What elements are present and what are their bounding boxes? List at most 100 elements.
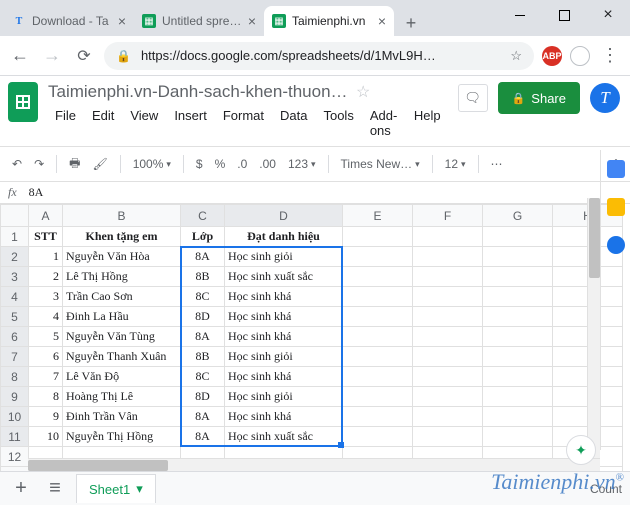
cell[interactable] xyxy=(483,227,553,247)
cell[interactable] xyxy=(413,307,483,327)
row-header[interactable]: 10 xyxy=(1,407,29,427)
number-format-selector[interactable]: 123▾ xyxy=(284,153,320,175)
cell[interactable]: 8 xyxy=(29,387,63,407)
share-button[interactable]: 🔒 Share xyxy=(498,82,580,114)
cell[interactable] xyxy=(413,367,483,387)
cell[interactable]: Lê Thị Hồng xyxy=(63,267,181,287)
profile-icon[interactable] xyxy=(570,46,590,66)
col-header-A[interactable]: A xyxy=(29,205,63,227)
row-header[interactable]: 1 xyxy=(1,227,29,247)
cell[interactable]: 8B xyxy=(181,267,225,287)
cell[interactable]: STT xyxy=(29,227,63,247)
cell[interactable] xyxy=(413,327,483,347)
row-header[interactable]: 6 xyxy=(1,327,29,347)
explore-button[interactable]: ✦ xyxy=(566,435,596,465)
row-header[interactable]: 3 xyxy=(1,267,29,287)
cell[interactable] xyxy=(483,307,553,327)
cell[interactable]: Học sinh giỏi xyxy=(225,387,343,407)
cell[interactable]: 6 xyxy=(29,347,63,367)
cell[interactable] xyxy=(483,347,553,367)
cell[interactable] xyxy=(343,307,413,327)
keep-addon-icon[interactable] xyxy=(607,198,625,216)
cell[interactable]: Học sinh khá xyxy=(225,287,343,307)
cell[interactable]: Đinh La Hầu xyxy=(63,307,181,327)
formula-value[interactable]: 8A xyxy=(29,185,44,200)
bookmark-star-icon[interactable]: ☆ xyxy=(510,48,522,64)
cell[interactable]: Lớp xyxy=(181,227,225,247)
cell[interactable]: Hoàng Thị Lê xyxy=(63,387,181,407)
col-header-F[interactable]: F xyxy=(413,205,483,227)
cell[interactable] xyxy=(343,327,413,347)
cell[interactable]: 10 xyxy=(29,427,63,447)
format-currency-button[interactable]: $ xyxy=(192,153,207,175)
cell[interactable]: Trần Cao Sơn xyxy=(63,287,181,307)
cell[interactable] xyxy=(483,327,553,347)
font-selector[interactable]: Times New…▾ xyxy=(337,153,424,175)
window-close-button[interactable]: × xyxy=(586,0,630,30)
cell[interactable]: 3 xyxy=(29,287,63,307)
abp-extension-icon[interactable]: ABP xyxy=(542,46,562,66)
menu-edit[interactable]: Edit xyxy=(85,104,121,142)
cell[interactable] xyxy=(343,287,413,307)
undo-button[interactable]: ↶ xyxy=(8,153,26,175)
menu-file[interactable]: File xyxy=(48,104,83,142)
cell[interactable] xyxy=(483,427,553,447)
cell[interactable]: Nguyễn Thanh Xuân xyxy=(63,347,181,367)
close-icon[interactable]: × xyxy=(118,14,126,28)
menu-view[interactable]: View xyxy=(123,104,165,142)
horizontal-scrollbar[interactable] xyxy=(28,458,600,471)
cell[interactable] xyxy=(483,387,553,407)
cell[interactable]: 8B xyxy=(181,347,225,367)
all-sheets-button[interactable]: ≡ xyxy=(42,477,68,500)
window-minimize-button[interactable] xyxy=(498,0,542,30)
redo-button[interactable]: ↷ xyxy=(30,153,48,175)
chevron-down-icon[interactable]: ▾ xyxy=(136,481,143,497)
vertical-scrollbar[interactable] xyxy=(587,198,600,458)
font-size-selector[interactable]: 12▾ xyxy=(441,153,470,175)
cell[interactable]: 9 xyxy=(29,407,63,427)
cell[interactable]: 8D xyxy=(181,307,225,327)
menu-add-ons[interactable]: Add-ons xyxy=(363,104,405,142)
quick-summary[interactable]: Count xyxy=(590,482,622,496)
cell[interactable] xyxy=(343,367,413,387)
cell[interactable] xyxy=(343,267,413,287)
account-avatar[interactable]: T xyxy=(590,83,620,113)
format-percent-button[interactable]: % xyxy=(211,153,230,175)
menu-tools[interactable]: Tools xyxy=(316,104,360,142)
cell[interactable]: 8A xyxy=(181,407,225,427)
doc-title[interactable]: Taimienphi.vn-Danh-sach-khen-thuong-ho..… xyxy=(48,82,348,102)
close-icon[interactable]: × xyxy=(378,14,386,28)
cell[interactable]: Học sinh khá xyxy=(225,367,343,387)
cell[interactable]: Học sinh giỏi xyxy=(225,347,343,367)
cell[interactable]: Lê Văn Độ xyxy=(63,367,181,387)
cell[interactable] xyxy=(413,387,483,407)
row-header[interactable]: 9 xyxy=(1,387,29,407)
cell[interactable]: 8A xyxy=(181,427,225,447)
cell[interactable]: 2 xyxy=(29,267,63,287)
cell[interactable] xyxy=(413,267,483,287)
cell[interactable]: 8D xyxy=(181,387,225,407)
row-header[interactable]: 7 xyxy=(1,347,29,367)
col-header-G[interactable]: G xyxy=(483,205,553,227)
cell[interactable] xyxy=(483,267,553,287)
cell[interactable] xyxy=(413,287,483,307)
cell[interactable] xyxy=(413,347,483,367)
cell[interactable] xyxy=(343,347,413,367)
cell[interactable]: Học sinh khá xyxy=(225,307,343,327)
reload-icon[interactable]: ⟳ xyxy=(72,46,96,66)
cell[interactable]: Học sinh xuất sắc xyxy=(225,427,343,447)
cell[interactable]: Học sinh xuất sắc xyxy=(225,267,343,287)
cell[interactable]: Nguyễn Thị Hồng xyxy=(63,427,181,447)
cell[interactable]: 5 xyxy=(29,327,63,347)
menu-format[interactable]: Format xyxy=(216,104,271,142)
cell[interactable] xyxy=(343,427,413,447)
cell[interactable] xyxy=(413,427,483,447)
cell[interactable] xyxy=(343,247,413,267)
browser-tab-0[interactable]: T Download - Ta × xyxy=(4,6,134,36)
browser-menu-icon[interactable]: ⋮ xyxy=(598,45,622,66)
add-sheet-button[interactable]: + xyxy=(8,477,34,500)
menu-data[interactable]: Data xyxy=(273,104,314,142)
cell[interactable] xyxy=(483,247,553,267)
row-header[interactable]: 11 xyxy=(1,427,29,447)
row-header[interactable]: 2 xyxy=(1,247,29,267)
